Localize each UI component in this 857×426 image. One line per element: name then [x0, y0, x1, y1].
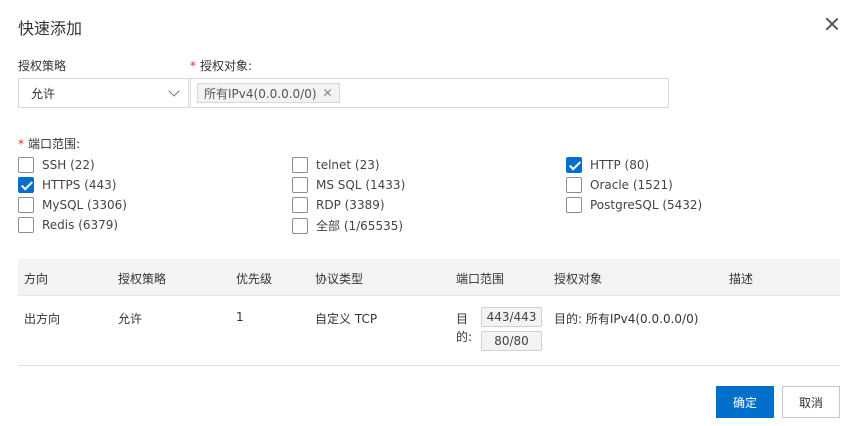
chevron-down-icon: [168, 85, 180, 97]
checkbox[interactable]: [292, 177, 308, 193]
target-tag: 所有IPv4(0.0.0.0/0) ✕: [197, 83, 340, 103]
port-tag: 443/443: [481, 307, 542, 327]
policy-select[interactable]: 允许: [18, 78, 189, 108]
cell-protocol: 自定义 TCP: [315, 312, 378, 326]
close-icon[interactable]: [822, 14, 842, 34]
checkbox[interactable]: [566, 197, 582, 213]
dialog-title: 快速添加: [18, 19, 83, 38]
port-checkbox-label: MySQL (3306): [42, 198, 127, 212]
rules-table-header: 方向 授权策略 优先级 协议类型 端口范围 授权对象 描述: [18, 259, 840, 296]
port-checkbox-label: RDP (3389): [316, 198, 385, 212]
target-tag-label: 所有IPv4(0.0.0.0/0): [204, 86, 317, 101]
port-checkbox-postgresql[interactable]: PostgreSQL (5432): [566, 197, 702, 213]
ports-label: * 端口范围:: [18, 135, 80, 152]
port-checkbox-mysql[interactable]: MySQL (3306): [18, 197, 127, 213]
policy-label: 授权策略: [18, 59, 67, 73]
cell-port-prefix: 的:: [456, 330, 473, 344]
required-mark: *: [18, 137, 24, 151]
cell-policy: 允许: [118, 312, 143, 326]
cell-priority: 1: [236, 310, 244, 324]
port-checkbox-telnet[interactable]: telnet (23): [292, 157, 380, 173]
port-checkbox-label: Redis (6379): [42, 218, 119, 232]
cell-port-prefix: 目: [456, 312, 469, 326]
port-checkbox-redis[interactable]: Redis (6379): [18, 217, 118, 233]
cancel-button[interactable]: 取消: [782, 386, 840, 418]
confirm-button[interactable]: 确定: [716, 386, 774, 418]
port-checkbox-oracle[interactable]: Oracle (1521): [566, 177, 673, 193]
port-checkbox-label: PostgreSQL (5432): [590, 198, 703, 212]
close-icon[interactable]: ✕: [323, 86, 333, 100]
port-checkbox-all[interactable]: 全部 (1/65535): [292, 217, 403, 234]
cell-direction: 出方向: [24, 312, 61, 326]
checkbox[interactable]: [18, 197, 34, 213]
port-checkbox-label: HTTP (80): [590, 158, 650, 172]
checkbox[interactable]: [18, 157, 34, 173]
cell-target: 目的: 所有IPv4(0.0.0.0/0): [554, 312, 699, 326]
checkbox[interactable]: [18, 217, 34, 233]
checkbox[interactable]: [292, 157, 308, 173]
port-checkbox-ssh[interactable]: SSH (22): [18, 157, 95, 173]
column-header-port-range: 端口范围: [456, 272, 505, 286]
port-checkbox-label: MS SQL (1433): [316, 178, 406, 192]
checkbox-checked[interactable]: [566, 157, 582, 173]
target-tag-input[interactable]: 所有IPv4(0.0.0.0/0) ✕: [190, 78, 669, 108]
port-checkbox-rdp[interactable]: RDP (3389): [292, 197, 385, 213]
column-header-direction: 方向: [24, 272, 49, 286]
checkbox[interactable]: [292, 197, 308, 213]
port-checkbox-label: telnet (23): [316, 158, 380, 172]
required-mark: *: [190, 59, 196, 73]
ports-label-text: 端口范围:: [28, 137, 81, 151]
column-header-target: 授权对象: [554, 272, 603, 286]
checkbox[interactable]: [566, 177, 582, 193]
target-label-text: 授权对象:: [200, 59, 253, 73]
port-checkbox-https[interactable]: HTTPS (443): [18, 177, 116, 193]
port-checkbox-mssql[interactable]: MS SQL (1433): [292, 177, 405, 193]
policy-select-value: 允许: [31, 86, 56, 101]
port-checkbox-label: SSH (22): [42, 158, 95, 172]
port-checkbox-label: 全部 (1/65535): [316, 219, 404, 233]
column-header-description: 描述: [729, 272, 754, 286]
port-tag: 80/80: [481, 331, 542, 351]
checkbox[interactable]: [292, 217, 308, 234]
table-row: 出方向 允许 1 自定义 TCP 目 的: 443/443 80/80 目的: …: [18, 296, 840, 366]
checkbox-checked[interactable]: [18, 177, 34, 193]
port-checkbox-label: HTTPS (443): [42, 178, 117, 192]
target-label: * 授权对象:: [190, 57, 252, 74]
column-header-priority: 优先级: [236, 272, 273, 286]
column-header-policy: 授权策略: [118, 272, 167, 286]
column-header-protocol: 协议类型: [315, 272, 364, 286]
port-checkbox-http[interactable]: HTTP (80): [566, 157, 649, 173]
port-checkbox-label: Oracle (1521): [590, 178, 673, 192]
